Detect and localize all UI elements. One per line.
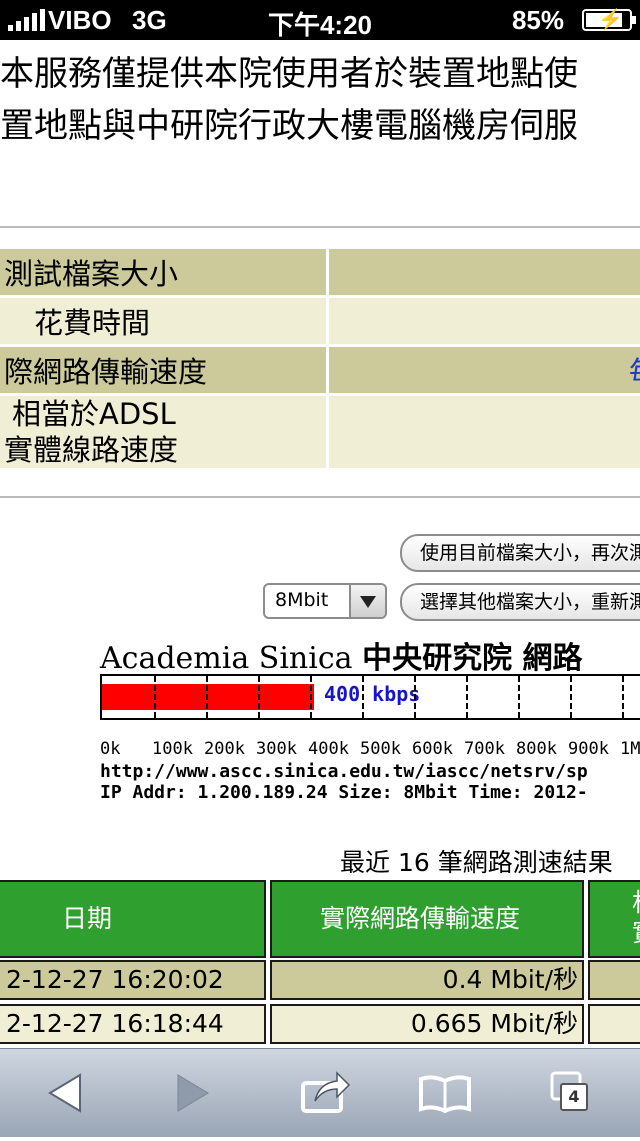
- divider: [0, 226, 640, 228]
- table-row: 際網路傳輸速度 每: [0, 347, 640, 393]
- row-label-line-1: 相當於ADSL: [12, 397, 176, 431]
- forward-button[interactable]: [150, 1049, 230, 1137]
- scale-tick-label: 1M: [620, 739, 640, 759]
- file-size-value: 8Mbit: [275, 589, 329, 611]
- table-row: 測試檔案大小: [0, 249, 640, 295]
- meter-gridline: [518, 676, 520, 718]
- table-row: 花費時間: [0, 298, 640, 344]
- header-speed: 實際網路傳輸速度: [270, 880, 584, 958]
- meter-gridline: [206, 676, 208, 718]
- reselect-size-button[interactable]: 選擇其他檔案大小，重新測: [400, 583, 640, 621]
- row-label-line-2: 實體線路速度: [4, 433, 179, 467]
- header-equiv: 相 實: [588, 880, 640, 958]
- back-button[interactable]: [28, 1049, 108, 1137]
- retest-button[interactable]: 使用目前檔案大小，再次測: [400, 534, 640, 572]
- back-arrow-icon: [48, 1073, 81, 1113]
- scale-tick-label: 700k: [464, 739, 505, 759]
- scale-tick-label: 400k: [308, 739, 349, 759]
- meter-gridline: [466, 676, 468, 718]
- banner-title-latin: Academia Sinica: [100, 641, 353, 676]
- header-equiv-line-2: 實: [632, 918, 640, 948]
- speed-meter: 400 kbps: [100, 674, 640, 720]
- history-caption: 最近 16 筆網路測速結果: [340, 848, 613, 877]
- bookmarks-button[interactable]: [405, 1049, 485, 1137]
- intro-text: 本服務僅提供本院使用者於裝置地點使 置地點與中研院行政大樓電腦機房伺服: [0, 48, 640, 152]
- meter-gridline: [258, 676, 260, 718]
- battery-percent: 85%: [511, 5, 564, 35]
- table-row: 相當於ADSL 實體線路速度 每: [0, 396, 640, 468]
- row-label: 相當於ADSL 實體線路速度: [0, 396, 329, 468]
- row-value: [329, 298, 640, 344]
- speed-test-url: http://www.ascc.sinica.edu.tw/iascc/nets…: [100, 761, 588, 782]
- banner-title: Academia Sinica 中央研究院 網路: [100, 633, 583, 677]
- forward-arrow-icon: [177, 1074, 209, 1112]
- share-button[interactable]: [285, 1049, 365, 1137]
- meter-gridline: [570, 676, 572, 718]
- history-speed: 0.665 Mbit/秒: [270, 1004, 584, 1044]
- banner-title-cjk: 中央研究院 網路: [362, 641, 583, 676]
- meter-gridline: [414, 676, 416, 718]
- book-icon: [419, 1075, 471, 1114]
- speed-results-table: 測試檔案大小 花費時間 際網路傳輸速度 每 相當於ADSL 實體線路速度 每: [0, 246, 640, 471]
- scale-tick-label: 100k: [152, 739, 193, 759]
- file-size-select[interactable]: 8Mbit: [263, 583, 387, 619]
- battery-icon: ⚡: [582, 9, 636, 31]
- row-value: 每: [329, 347, 640, 393]
- speed-label: 400 kbps: [324, 682, 421, 706]
- history-equiv: [588, 1004, 640, 1044]
- history-date: 2-12-27 16:18:44: [0, 1004, 266, 1044]
- speed-bar: [102, 684, 314, 710]
- row-value: 每: [329, 396, 640, 468]
- row-value: [329, 249, 640, 295]
- header-date: 日期: [0, 880, 266, 958]
- speed-test-info: IP Addr: 1.200.189.24 Size: 8Mbit Time: …: [100, 782, 588, 803]
- chevron-down-icon[interactable]: [349, 585, 385, 617]
- scale-tick-label: 800k: [516, 739, 557, 759]
- scale-tick-label: 300k: [256, 739, 297, 759]
- scale-tick-label: 200k: [204, 739, 245, 759]
- meter-gridline: [622, 676, 624, 718]
- history-date: 2-12-27 16:20:02: [0, 960, 266, 1000]
- row-label: 花費時間: [0, 298, 329, 344]
- tab-count: 4: [560, 1083, 588, 1111]
- browser-toolbar: 4: [0, 1048, 640, 1137]
- web-page[interactable]: 本服務僅提供本院使用者於裝置地點使 置地點與中研院行政大樓電腦機房伺服 測試檔案…: [0, 40, 640, 1048]
- status-bar: VIBO 3G 下午4:20 85% ⚡: [0, 0, 640, 40]
- row-label: 際網路傳輸速度: [0, 347, 329, 393]
- intro-line-2: 置地點與中研院行政大樓電腦機房伺服: [0, 106, 578, 146]
- meter-gridline: [154, 676, 156, 718]
- scale-tick-label: 900k: [568, 739, 609, 759]
- row-label: 測試檔案大小: [0, 249, 329, 295]
- history-speed: 0.4 Mbit/秒: [270, 960, 584, 1000]
- scale-tick-label: 600k: [412, 739, 453, 759]
- scale-tick-label: 500k: [360, 739, 401, 759]
- share-icon: [301, 1071, 351, 1113]
- meter-gridline: [362, 676, 364, 718]
- history-equiv: [588, 960, 640, 1000]
- tabs-button[interactable]: 4: [540, 1049, 620, 1137]
- meter-gridline: [310, 676, 312, 718]
- intro-line-1: 本服務僅提供本院使用者於裝置地點使: [0, 54, 578, 94]
- header-equiv-line-1: 相: [632, 888, 640, 918]
- divider: [0, 496, 640, 498]
- scale-tick-label: 0k: [100, 739, 121, 759]
